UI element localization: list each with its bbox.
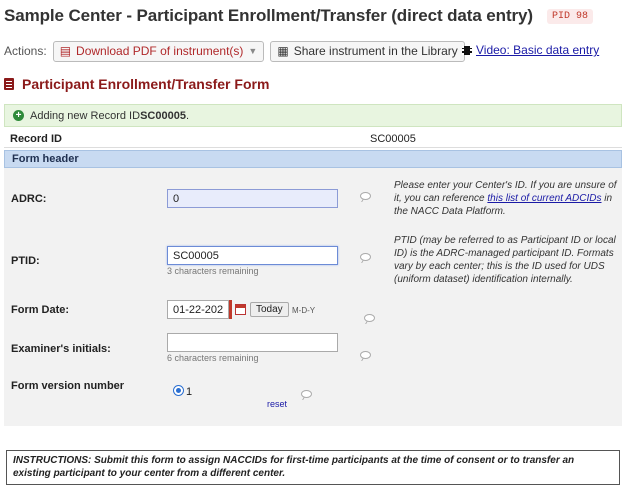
library-icon: ▦ [277,44,289,58]
record-id-label: Record ID [10,133,62,145]
notice-record-id: SC00005 [140,109,186,122]
ptid-help: PTID (may be referred to as Participant … [394,235,616,285]
video-tutorial-link-wrapper: Video: Basic data entry [462,43,599,57]
form-document-icon [4,78,14,90]
section-header: Form header [4,150,622,168]
adcid-list-link[interactable]: this list of current ADCIDs [487,193,601,204]
examiner-label: Examiner's initials: [11,343,111,355]
reset-link[interactable]: reset [267,399,287,409]
form-date-input[interactable] [167,300,229,319]
record-id-row: Record ID SC00005 [4,130,622,148]
download-pdf-label: Download PDF of instrument(s) [76,44,244,58]
comment-icon[interactable] [360,192,371,200]
comment-icon[interactable] [364,314,375,322]
form-version-option-label: 1 [186,386,193,398]
project-id-badge: PID 98 [546,8,593,24]
instructions-box: INSTRUCTIONS: Submit this form to assign… [6,450,620,485]
page-header: Sample Center - Participant Enrollment/T… [4,6,593,26]
comment-icon[interactable] [360,253,371,261]
ptid-remaining: 3 characters remaining [167,266,259,276]
comment-icon[interactable] [301,390,312,398]
share-library-label: Share instrument in the Library [293,44,458,58]
comment-icon[interactable] [360,351,371,359]
share-library-button[interactable]: ▦ Share instrument in the Library [270,40,465,62]
date-format-hint: M-D-Y [292,306,316,315]
calendar-icon[interactable] [235,304,246,315]
actions-toolbar: Actions: ▤ Download PDF of instrument(s)… [4,40,471,62]
form-version-radio-1[interactable] [173,385,184,396]
page-title: Sample Center - Participant Enrollment/T… [4,6,533,25]
ptid-label: PTID: [11,255,40,267]
ptid-input[interactable] [167,246,338,265]
record-id-value: SC00005 [370,133,416,145]
adrc-help: Please enter your Center's ID. If you ar… [394,179,620,218]
plus-icon: + [13,110,24,121]
form-version-label: Form version number [11,380,125,392]
notice-prefix: Adding new Record ID [30,109,141,122]
pdf-icon: ▤ [59,44,72,58]
today-button[interactable]: Today [250,302,289,317]
required-date-flag [229,300,232,319]
examiner-remaining: 6 characters remaining [167,353,259,363]
form-body: ADRC: Please enter your Center's ID. If … [4,168,622,426]
form-title: Participant Enrollment/Transfer Form [22,76,270,92]
form-title-row: Participant Enrollment/Transfer Form [4,76,269,92]
new-record-notice: + Adding new Record ID SC00005 . [4,104,622,127]
notice-suffix: . [185,109,189,122]
adrc-label: ADRC: [11,193,47,205]
download-pdf-button[interactable]: ▤ Download PDF of instrument(s) ▼ [52,40,265,62]
actions-label: Actions: [4,44,47,58]
form-date-label: Form Date: [11,304,70,316]
examiner-initials-input[interactable] [167,333,338,352]
film-icon [462,45,472,55]
chevron-down-icon: ▼ [248,46,258,56]
video-tutorial-link[interactable]: Video: Basic data entry [476,43,599,57]
adrc-input[interactable] [167,189,338,208]
